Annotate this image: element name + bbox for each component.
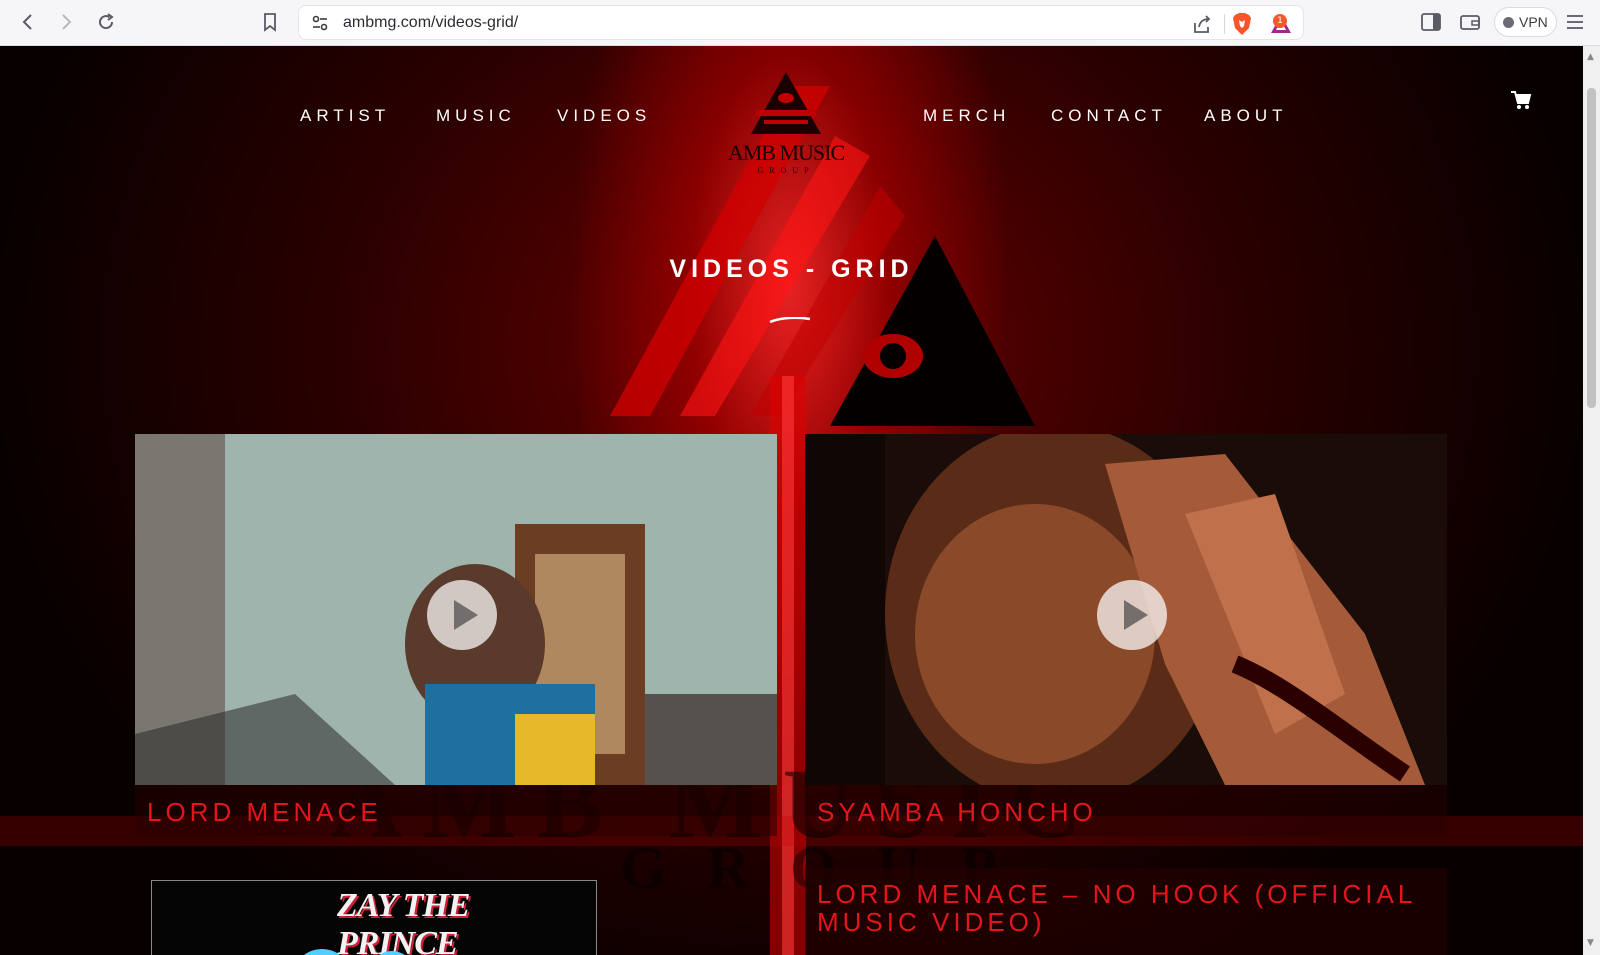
share-icon[interactable] bbox=[1191, 13, 1213, 35]
video-card[interactable]: LORD MENACE bbox=[135, 434, 777, 836]
vpn-status-icon bbox=[1503, 16, 1514, 28]
play-button[interactable] bbox=[1097, 580, 1167, 650]
vpn-button[interactable]: VPN bbox=[1494, 7, 1557, 37]
url-text[interactable]: ambmg.com/videos-grid/ bbox=[343, 14, 518, 32]
bookmark-icon bbox=[264, 13, 276, 32]
main-menu-button[interactable] bbox=[1562, 8, 1588, 36]
nav-music[interactable]: MUSIC bbox=[436, 106, 516, 126]
video-title[interactable]: SYAMBA HONCHO bbox=[805, 785, 1447, 836]
hamburger-menu-icon bbox=[1567, 15, 1583, 29]
forward-arrow-icon bbox=[62, 14, 72, 30]
video-thumbnail[interactable] bbox=[135, 434, 777, 785]
sidebar-icon bbox=[1421, 13, 1441, 31]
video-title[interactable]: LORD MENACE bbox=[135, 785, 777, 836]
scroll-up-arrow-icon[interactable]: ▲ bbox=[1587, 52, 1594, 62]
scroll-down-arrow-icon[interactable]: ▼ bbox=[1587, 938, 1594, 948]
play-button[interactable] bbox=[427, 580, 497, 650]
video-card[interactable]: SYAMBA HONCHO bbox=[805, 434, 1447, 836]
nav-videos[interactable]: VIDEOS bbox=[557, 106, 651, 126]
back-button[interactable] bbox=[14, 8, 42, 36]
cart-icon[interactable] bbox=[1510, 90, 1532, 110]
title-underline bbox=[769, 317, 811, 323]
reload-button[interactable] bbox=[92, 8, 120, 36]
vpn-label: VPN bbox=[1519, 14, 1548, 30]
page-scrollbar[interactable]: ▲ ▼ bbox=[1583, 46, 1600, 955]
nav-merch[interactable]: MERCH bbox=[923, 106, 1010, 126]
brave-shields-icon[interactable] bbox=[1231, 12, 1253, 36]
reload-icon bbox=[99, 13, 114, 30]
video-card[interactable]: ZAY THE PRINCE bbox=[151, 880, 597, 955]
scrollbar-thumb[interactable] bbox=[1587, 88, 1596, 408]
rewards-badge: 1 bbox=[1273, 14, 1287, 28]
address-bar[interactable]: ambmg.com/videos-grid/ 1 bbox=[298, 5, 1304, 40]
site-logo[interactable]: AMB MUSIC GROUP bbox=[716, 54, 856, 179]
logo-subtext: GROUP bbox=[757, 166, 815, 175]
nav-about[interactable]: ABOUT bbox=[1204, 106, 1288, 126]
back-arrow-icon bbox=[22, 14, 32, 30]
nav-artist[interactable]: ARTIST bbox=[300, 106, 390, 126]
wallet-button[interactable] bbox=[1457, 8, 1483, 36]
logo-text: AMB MUSIC bbox=[727, 140, 845, 165]
video-thumbnail[interactable] bbox=[805, 434, 1447, 785]
brave-rewards-button[interactable]: 1 bbox=[1269, 12, 1293, 36]
wallet-icon bbox=[1460, 15, 1480, 30]
thumbnail-image bbox=[304, 949, 405, 955]
sidebar-toggle-button[interactable] bbox=[1418, 8, 1444, 36]
browser-toolbar: ambmg.com/videos-grid/ 1 VPN bbox=[0, 0, 1600, 46]
forward-button[interactable] bbox=[52, 8, 80, 36]
video-thumbnail[interactable]: ZAY THE PRINCE bbox=[151, 880, 597, 955]
video-title[interactable]: LORD MENACE – NO HOOK (OFFICIAL MUSIC VI… bbox=[805, 868, 1447, 955]
address-bar-divider bbox=[1224, 14, 1225, 34]
nav-contact[interactable]: CONTACT bbox=[1051, 106, 1167, 126]
page-viewport: AMB MUSIC GROUP ARTIST MUSIC VIDEOS MERC… bbox=[0, 46, 1583, 955]
site-settings-icon[interactable] bbox=[311, 14, 329, 32]
video-card[interactable]: LORD MENACE – NO HOOK (OFFICIAL MUSIC VI… bbox=[805, 868, 1447, 955]
bookmark-button[interactable] bbox=[256, 8, 284, 36]
logo-triangle-icon bbox=[751, 72, 821, 134]
page-title: VIDEOS - GRID bbox=[669, 255, 914, 283]
